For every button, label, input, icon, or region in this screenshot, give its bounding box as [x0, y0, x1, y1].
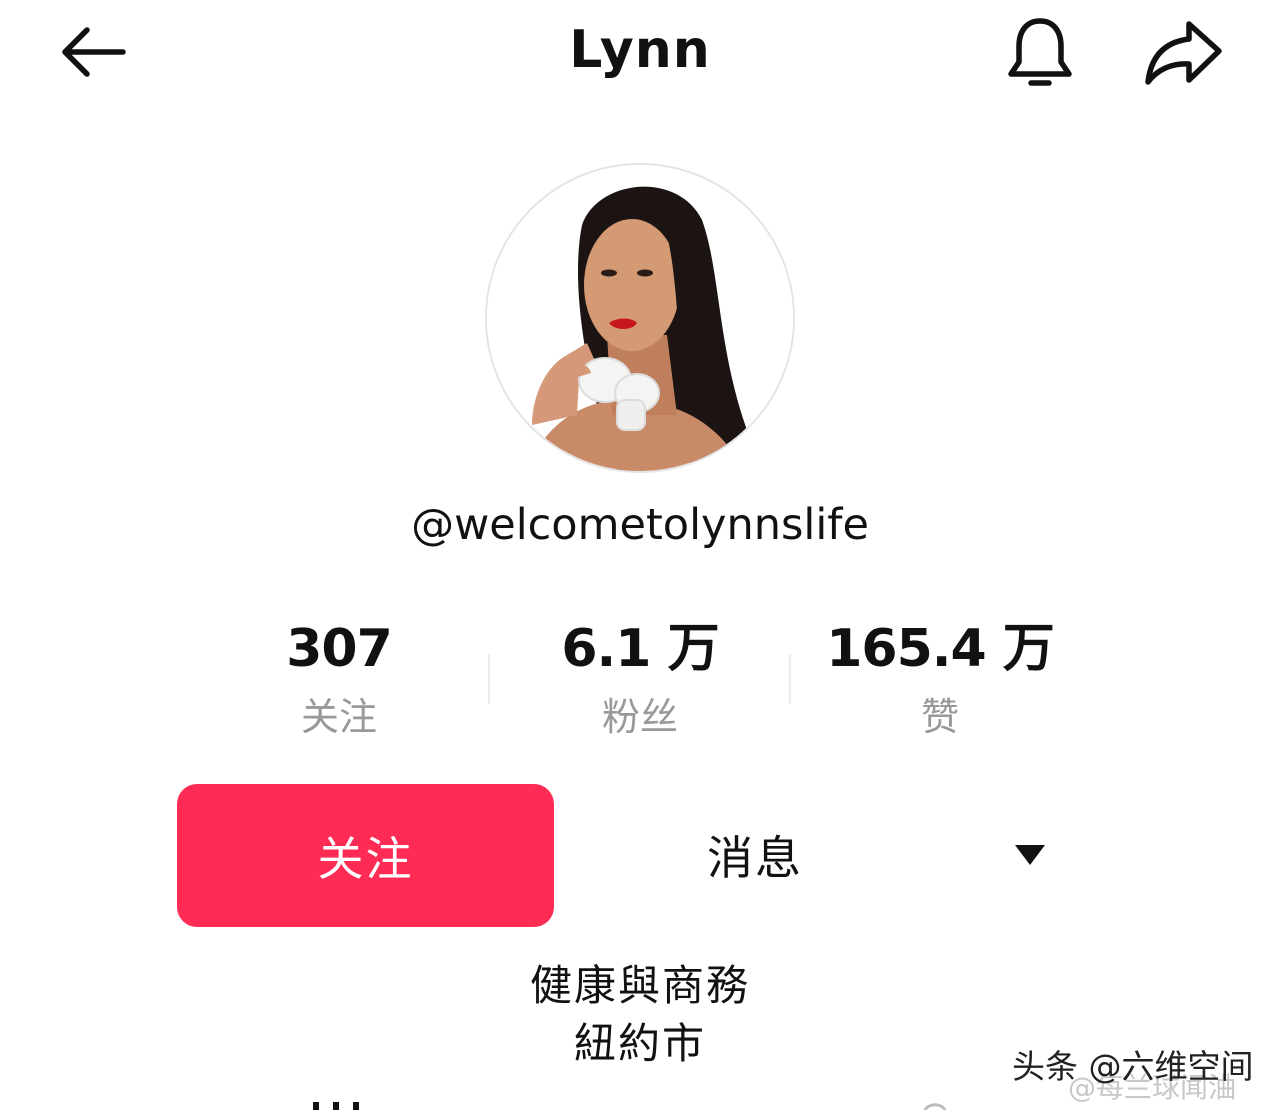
avatar-photo	[487, 165, 793, 471]
arrow-left-icon	[62, 27, 126, 77]
stat-following-label: 关注	[300, 695, 377, 739]
avatar[interactable]	[485, 163, 795, 473]
stat-followers[interactable]: 6.1 万 粉丝	[490, 615, 790, 747]
stat-following[interactable]: 307 关注	[189, 615, 489, 747]
videos-tab-icon[interactable]	[305, 1100, 375, 1110]
liked-tab-icon[interactable]	[905, 1100, 965, 1110]
stat-likes-value: 165.4 万	[826, 619, 1055, 679]
notification-bell-button[interactable]	[995, 10, 1085, 96]
profile-handle: @welcometolynnslife	[411, 500, 869, 550]
bell-icon	[1008, 18, 1072, 86]
share-button[interactable]	[1135, 10, 1231, 96]
stat-following-value: 307	[286, 619, 393, 679]
message-button[interactable]: 消息	[620, 790, 890, 920]
page-title: Lynn	[569, 20, 711, 80]
bio-location: 紐約市	[573, 1019, 706, 1068]
back-button[interactable]	[50, 14, 134, 90]
follow-button[interactable]: 关注	[177, 784, 554, 927]
watermark: 头条 @六维空间	[1012, 1047, 1254, 1086]
bio-line: 健康與商務	[529, 961, 750, 1010]
share-arrow-icon	[1145, 21, 1222, 85]
stat-followers-label: 粉丝	[601, 695, 678, 739]
stat-likes[interactable]: 165.4 万 赞	[790, 615, 1090, 747]
stat-followers-value: 6.1 万	[561, 619, 719, 679]
stat-likes-label: 赞	[920, 695, 959, 739]
triangle-down-icon	[1015, 845, 1045, 865]
more-options-dropdown-button[interactable]	[995, 825, 1065, 885]
